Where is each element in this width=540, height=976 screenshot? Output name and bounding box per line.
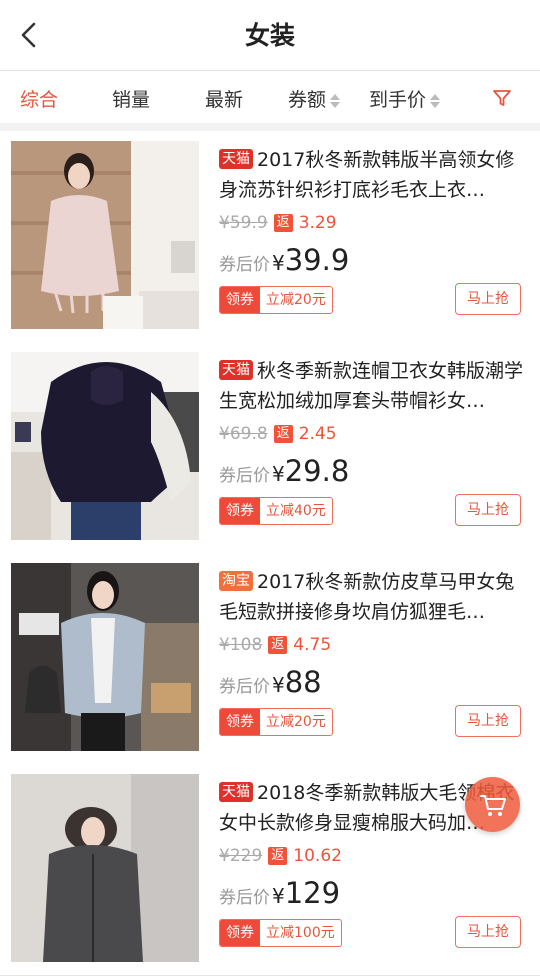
coupon-label: 领券 — [220, 709, 260, 735]
product-title-text: 2017秋冬新款韩版半高领女修身流苏针织衫打底衫毛衣上衣… — [219, 149, 515, 201]
coupon-value: 立减20元 — [266, 714, 326, 730]
product-image[interactable] — [11, 352, 199, 540]
product-image[interactable] — [11, 563, 199, 751]
product-image[interactable] — [11, 774, 199, 962]
product-card[interactable]: 天猫 2018冬季新款韩版大毛领棉衣女中长款修身显瘦棉服大码加… ¥229 返 10.… — [0, 764, 540, 976]
product-card[interactable]: 天猫 秋冬季新款连帽卫衣女韩版潮学生宽松加绒加厚套头带帽衫女… ¥69.8 返 2.4… — [0, 342, 540, 554]
product-title-text: 2017秋冬新款仿皮草马甲女兔毛短款拼接修身坎肩仿狐狸毛… — [219, 571, 515, 623]
original-price: ¥69.8 — [219, 424, 268, 444]
page-title: 女装 — [244, 21, 295, 50]
rebate-badge: 返 — [273, 425, 293, 443]
platform-badge: 天猫 — [219, 782, 253, 802]
buy-now-button[interactable]: 马上抢 — [455, 916, 521, 948]
tab-comprehensive[interactable]: 综合 — [20, 85, 58, 112]
filter-icon[interactable] — [492, 88, 512, 108]
product-title[interactable]: 天猫 秋冬季新款连帽卫衣女韩版潮学生宽松加绒加厚套头带帽衫女… — [219, 356, 524, 416]
sort-arrows-icon — [330, 93, 341, 109]
rebate-amount: 4.75 — [293, 635, 332, 655]
tab-sales[interactable]: 销量 — [112, 85, 150, 112]
original-price: ¥59.9 — [219, 213, 268, 233]
cart-icon — [480, 795, 506, 816]
after-coupon-label: 券后价 — [219, 888, 270, 908]
rebate-amount: 2.45 — [298, 424, 337, 444]
product-title[interactable]: 淘宝 2017秋冬新款仿皮草马甲女兔毛短款拼接修身坎肩仿狐狸毛… — [219, 567, 524, 627]
buy-now-button[interactable]: 马上抢 — [455, 705, 521, 737]
product-title-text: 秋冬季新款连帽卫衣女韩版潮学生宽松加绒加厚套头带帽衫女… — [219, 360, 524, 412]
currency-symbol: ¥ — [272, 251, 285, 275]
buy-now-button[interactable]: 马上抢 — [455, 283, 521, 315]
cart-button[interactable] — [465, 777, 520, 832]
platform-badge: 淘宝 — [219, 571, 253, 591]
currency-symbol: ¥ — [272, 884, 285, 908]
product-card[interactable]: 淘宝 2017秋冬新款仿皮草马甲女兔毛短款拼接修身坎肩仿狐狸毛… ¥108 返 4.7… — [0, 553, 540, 765]
sort-arrows-icon — [430, 93, 441, 109]
buy-now-button[interactable]: 马上抢 — [455, 494, 521, 526]
coupon-value: 立减40元 — [266, 503, 326, 519]
coupon-badge[interactable]: 领券 立减40元 — [219, 497, 333, 525]
currency-symbol: ¥ — [272, 673, 285, 697]
coupon-badge[interactable]: 领券 立减20元 — [219, 286, 333, 314]
tab-coupon-amount[interactable]: 券额 — [288, 85, 341, 112]
final-price: 88 — [284, 665, 322, 699]
coupon-label: 领券 — [220, 287, 260, 313]
header-bar: 女装 — [0, 0, 540, 71]
tab-final-price-label: 到手价 — [369, 89, 427, 111]
rebate-badge: 返 — [273, 214, 293, 232]
coupon-badge[interactable]: 领券 立减100元 — [219, 919, 342, 947]
final-price: 29.8 — [284, 454, 350, 488]
product-card[interactable]: 天猫 2017秋冬新款韩版半高领女修身流苏针织衫打底衫毛衣上衣… ¥59.9 返 3.… — [0, 131, 540, 343]
rebate-badge: 返 — [268, 636, 288, 654]
product-title[interactable]: 天猫 2017秋冬新款韩版半高领女修身流苏针织衫打底衫毛衣上衣… — [219, 145, 524, 205]
sort-tabs: 综合 销量 最新 券额 到手价 — [0, 71, 540, 124]
coupon-label: 领券 — [220, 498, 260, 524]
product-image[interactable] — [11, 141, 199, 329]
after-coupon-label: 券后价 — [219, 255, 270, 275]
currency-symbol: ¥ — [272, 462, 285, 486]
coupon-value: 立减20元 — [266, 292, 326, 308]
final-price: 129 — [284, 876, 341, 910]
rebate-amount: 10.62 — [293, 846, 342, 866]
original-price: ¥108 — [219, 635, 263, 655]
tab-newest[interactable]: 最新 — [205, 85, 243, 112]
platform-badge: 天猫 — [219, 360, 253, 380]
section-divider — [0, 123, 540, 131]
original-price: ¥229 — [219, 846, 263, 866]
tab-final-price[interactable]: 到手价 — [369, 85, 441, 112]
after-coupon-label: 券后价 — [219, 677, 270, 697]
rebate-badge: 返 — [268, 847, 288, 865]
final-price: 39.9 — [284, 243, 350, 277]
coupon-badge[interactable]: 领券 立减20元 — [219, 708, 333, 736]
platform-badge: 天猫 — [219, 149, 253, 169]
after-coupon-label: 券后价 — [219, 466, 270, 486]
tab-coupon-amount-label: 券额 — [288, 89, 327, 111]
rebate-amount: 3.29 — [298, 213, 337, 233]
